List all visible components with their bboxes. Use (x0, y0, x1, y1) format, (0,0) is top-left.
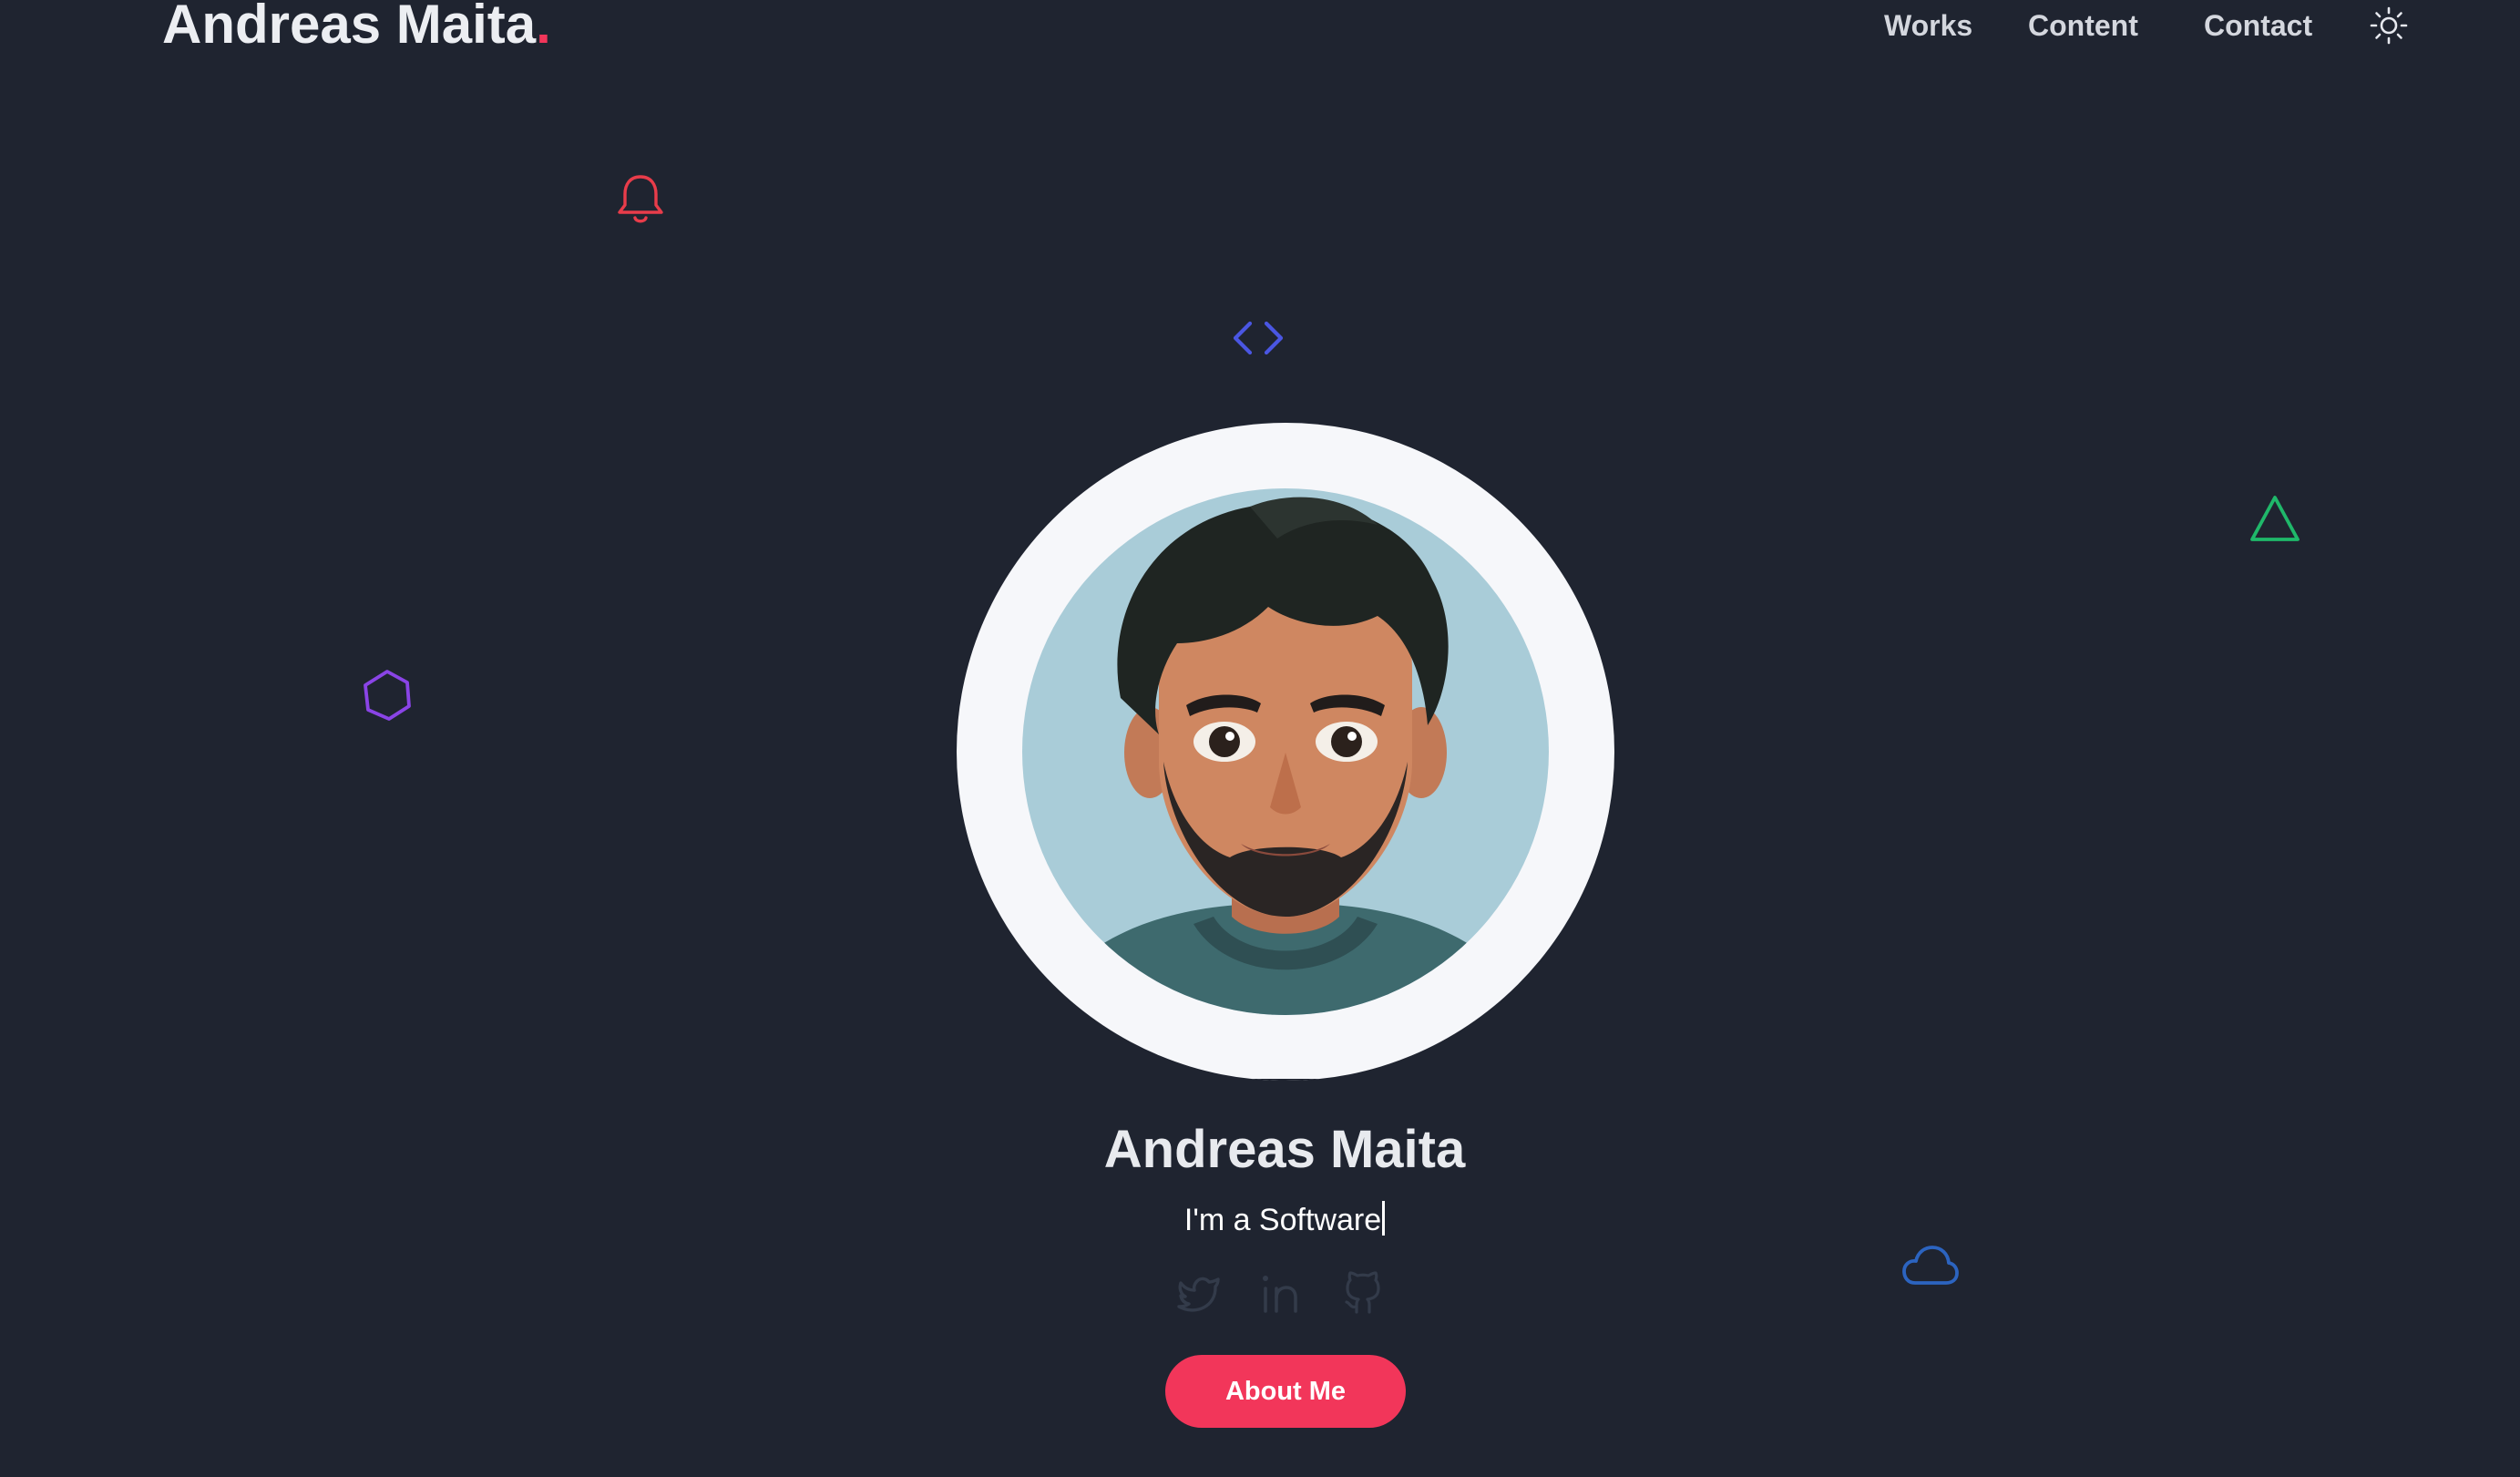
avatar-bottom-edge (957, 1079, 1614, 1081)
avatar-frame (957, 423, 1614, 1081)
typewriter-text: I'm a Software (1183, 1203, 1382, 1237)
typing-caret (1382, 1201, 1386, 1236)
linkedin-icon (1263, 1276, 1297, 1313)
twitter-icon (1177, 1277, 1220, 1312)
hero-name: Andreas Maita (1103, 1120, 1466, 1179)
cloud-icon (1902, 1246, 1959, 1285)
hero-role: I'm a Software (0, 1201, 2520, 1238)
nav-link-contact[interactable]: Contact (2204, 9, 2312, 43)
linkedin-link[interactable] (1257, 1270, 1305, 1318)
avatar-illustration (1022, 497, 1549, 1015)
hexagon-icon (364, 670, 411, 721)
social-links (1175, 1270, 1394, 1318)
logo-text: Andreas Maita (162, 0, 537, 55)
triangle-icon (2250, 496, 2300, 541)
sun-icon (2370, 6, 2408, 45)
avatar (1022, 488, 1549, 1015)
site-header: Andreas Maita. Works Content Contact (0, 0, 2520, 64)
theme-toggle-button[interactable] (2369, 5, 2409, 46)
nav-link-works[interactable]: Works (1884, 9, 1972, 43)
twitter-link[interactable] (1175, 1270, 1223, 1318)
about-me-button[interactable]: About Me (1165, 1355, 1406, 1428)
bell-icon (618, 175, 663, 223)
site-logo[interactable]: Andreas Maita. (162, 0, 551, 56)
github-icon (1345, 1271, 1380, 1314)
logo-dot: . (536, 0, 551, 55)
code-icon (1233, 321, 1284, 355)
nav-link-content[interactable]: Content (2028, 9, 2138, 43)
github-link[interactable] (1339, 1270, 1387, 1318)
